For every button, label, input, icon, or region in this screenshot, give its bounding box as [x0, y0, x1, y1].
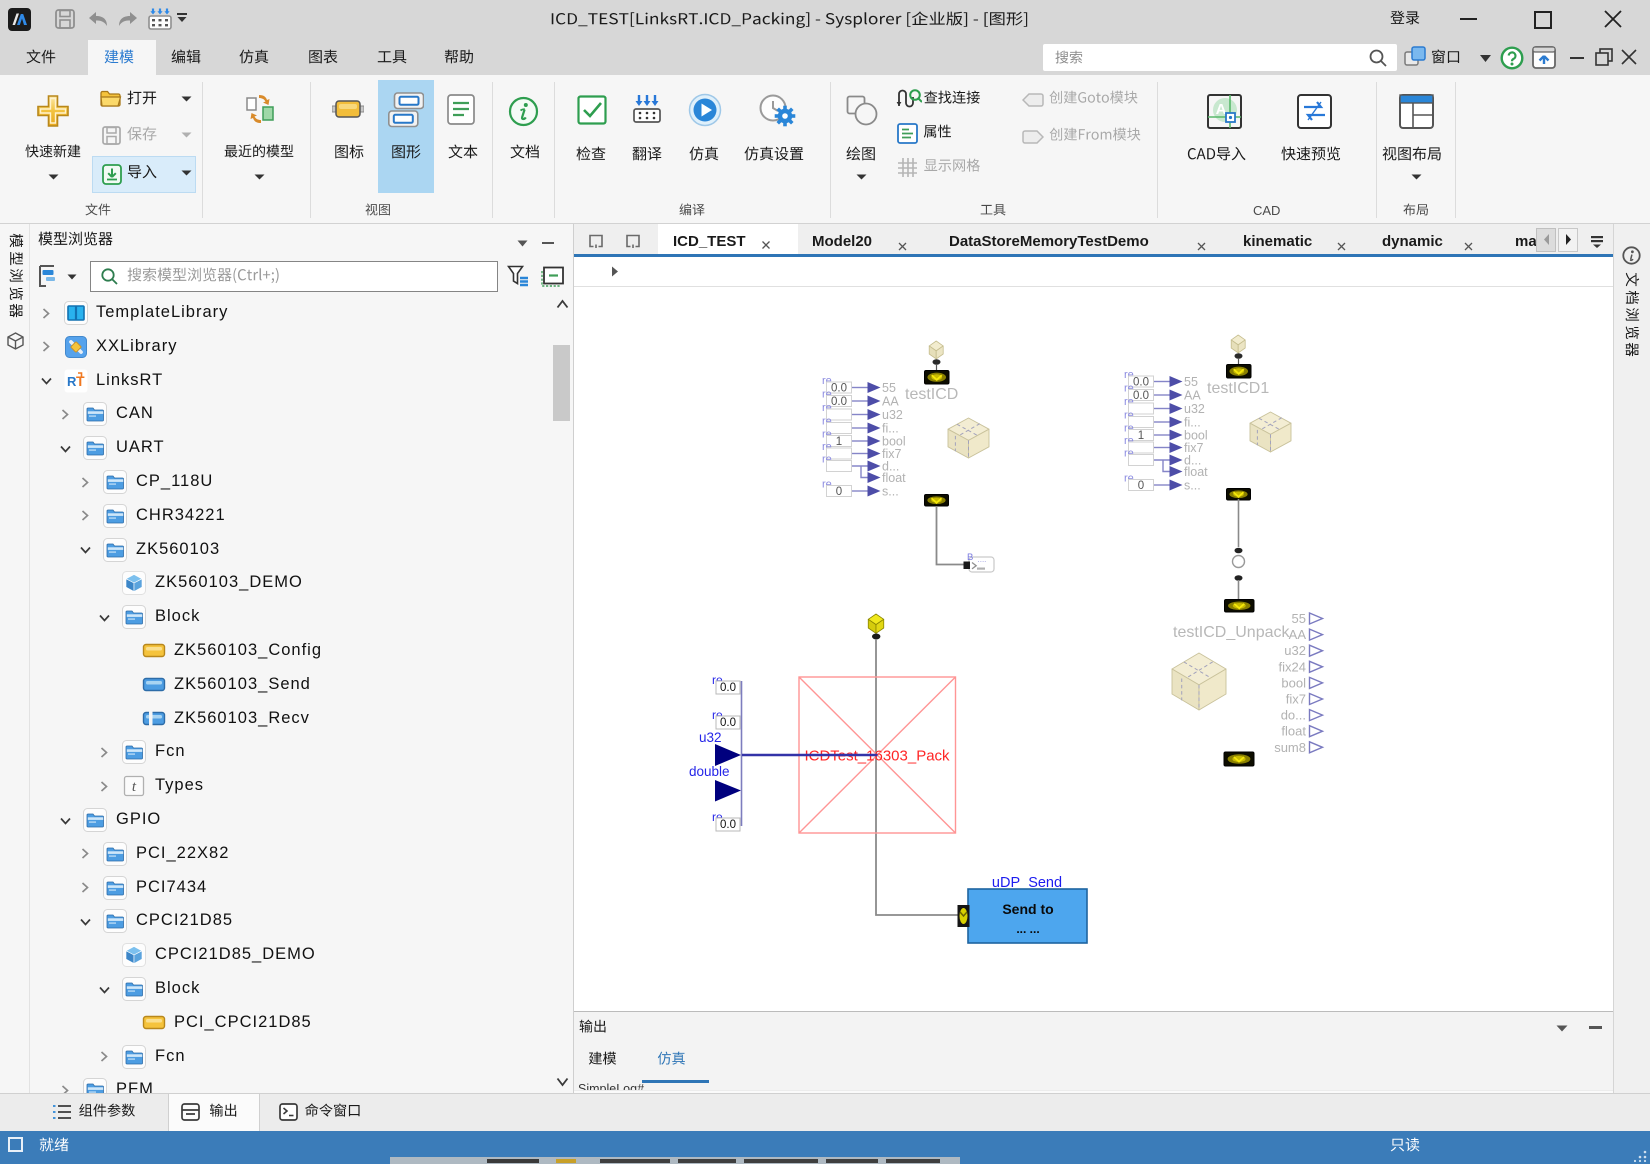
svg-text:Send to: Send to	[1002, 901, 1053, 917]
svg-text:sum8: sum8	[1274, 740, 1306, 755]
svg-text:55: 55	[1292, 611, 1306, 626]
svg-text:u32: u32	[699, 730, 722, 745]
svg-text:0.0: 0.0	[720, 717, 736, 729]
svg-text:float: float	[882, 471, 906, 485]
svg-text:0.0: 0.0	[720, 682, 736, 694]
svg-text:0.0: 0.0	[1133, 377, 1149, 389]
svg-text:0: 0	[836, 486, 842, 498]
svg-text:s...: s...	[882, 485, 899, 499]
svg-text:u32: u32	[882, 408, 903, 422]
svg-text:fix7: fix7	[1286, 692, 1306, 707]
svg-text:fi...: fi...	[882, 422, 899, 436]
svg-text:55: 55	[1184, 375, 1198, 389]
svg-text:fix24: fix24	[1279, 659, 1306, 674]
svg-text:A: A	[1216, 101, 1227, 118]
svg-text:testICD: testICD	[905, 386, 958, 403]
svg-text:0.0: 0.0	[831, 383, 847, 395]
svg-text:u32: u32	[1184, 402, 1205, 416]
svg-text:do...: do...	[1281, 708, 1306, 723]
svg-text:AA: AA	[1184, 389, 1201, 403]
svg-text:... ...: ... ...	[1016, 922, 1039, 936]
svg-text:testICD_Unpack: testICD_Unpack	[1173, 624, 1290, 641]
svg-text:AA: AA	[882, 395, 899, 409]
svg-text:B: B	[967, 552, 973, 563]
svg-text:u32: u32	[1284, 643, 1306, 658]
svg-text:T: T	[76, 373, 85, 389]
svg-text:55: 55	[882, 381, 896, 395]
svg-text:bool: bool	[1281, 675, 1306, 690]
svg-text:float: float	[1281, 724, 1306, 739]
svg-text:....: ....	[978, 555, 987, 564]
svg-text:testICD1: testICD1	[1207, 380, 1269, 397]
svg-text:float: float	[1184, 465, 1208, 479]
svg-text:s...: s...	[1184, 479, 1201, 493]
svg-text:0: 0	[1138, 480, 1144, 492]
svg-text:double: double	[689, 764, 730, 779]
svg-text:fi...: fi...	[1184, 416, 1201, 430]
svg-text:0.0: 0.0	[720, 819, 736, 831]
svg-text:AA: AA	[1289, 627, 1307, 642]
